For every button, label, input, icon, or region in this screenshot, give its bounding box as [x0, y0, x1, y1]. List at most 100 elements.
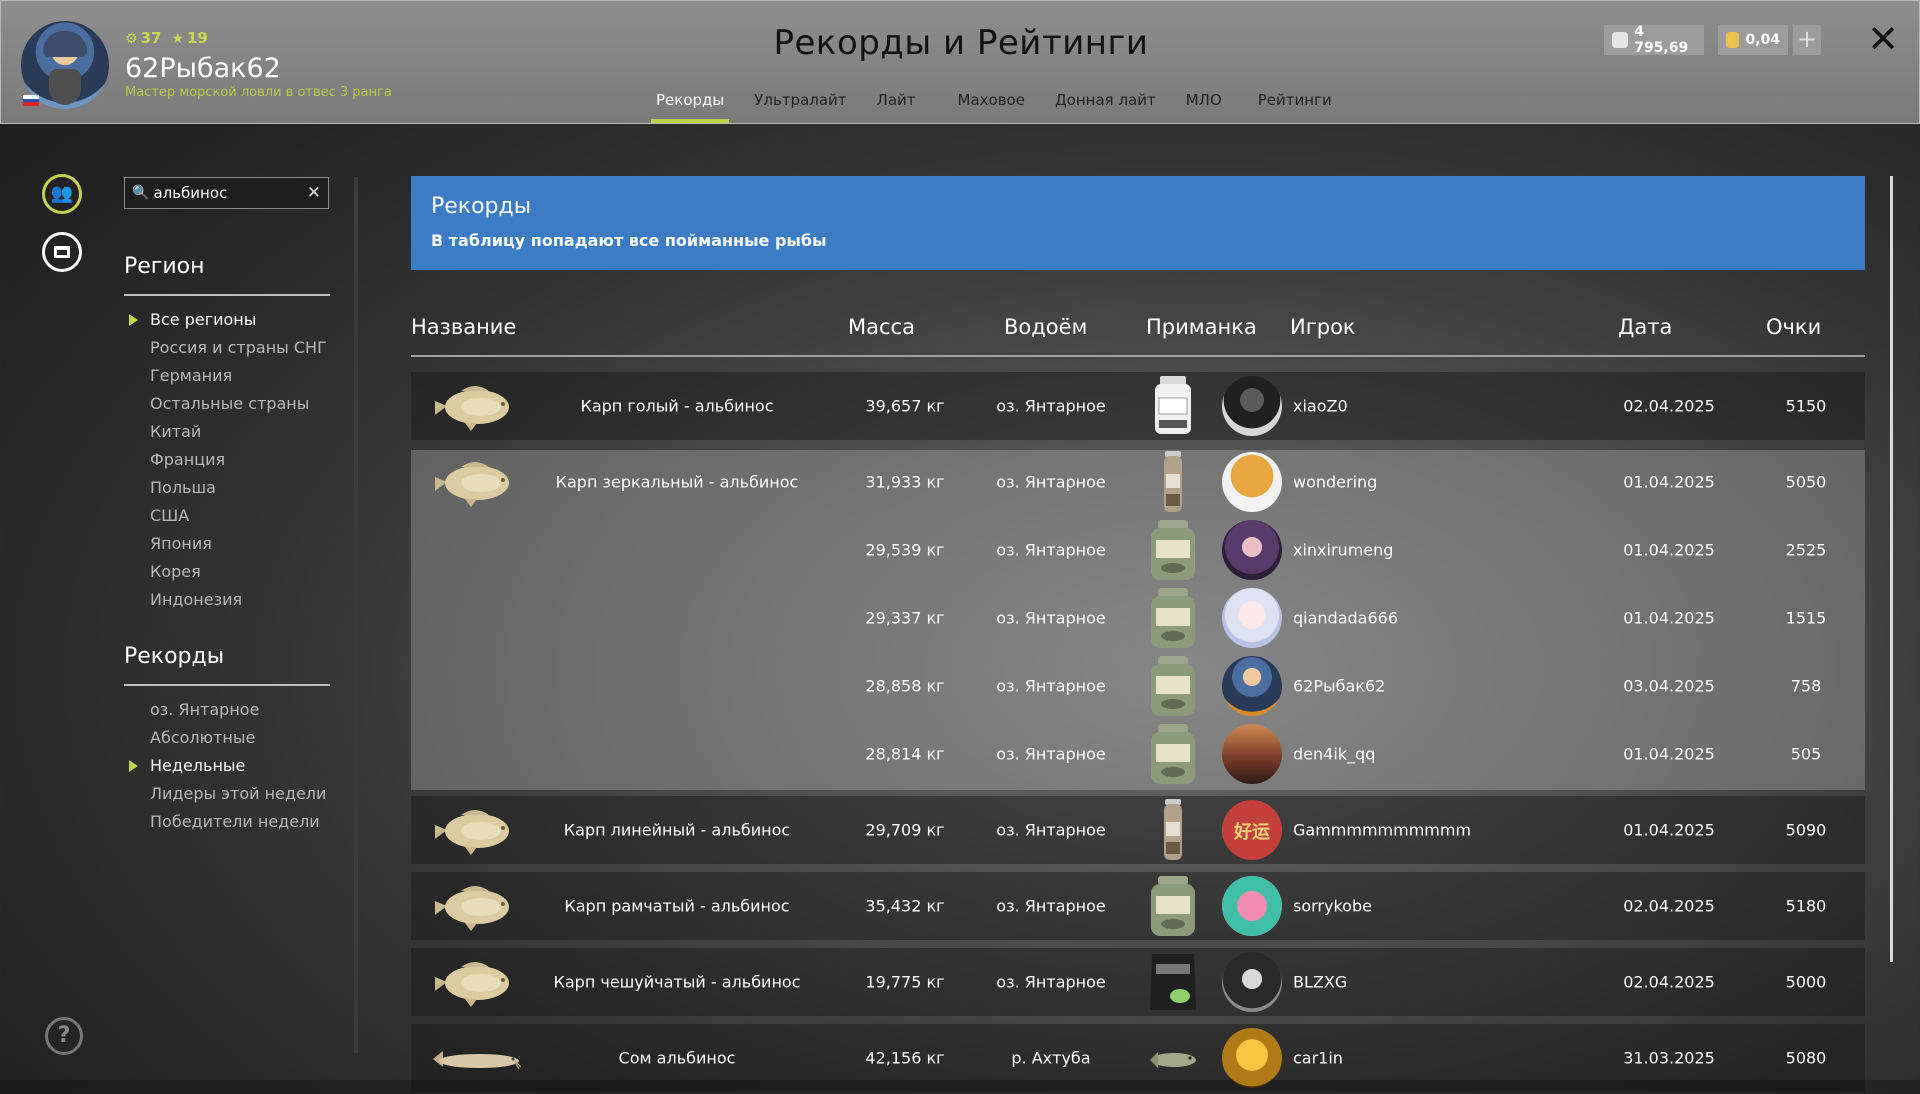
column-bait[interactable]: Приманка: [1146, 315, 1257, 339]
column-points[interactable]: Очки: [1766, 315, 1821, 339]
player-name-cell[interactable]: car1in: [1293, 1049, 1343, 1068]
region-other[interactable]: Остальные страны: [150, 394, 327, 422]
bait-icon[interactable]: [1146, 374, 1200, 438]
region-korea[interactable]: Корея: [150, 562, 327, 590]
tab-records[interactable]: Рекорды: [641, 91, 739, 123]
bait-icon[interactable]: [1146, 1026, 1200, 1090]
region-russia-cis[interactable]: Россия и страны СНГ: [150, 338, 327, 366]
table-row[interactable]: Карп линейный - альбинос 29,709 кг оз. Янт…: [411, 796, 1865, 864]
search-input[interactable]: [153, 184, 304, 202]
tab-bar: Рекорды Ультралайт Лайт Маховое Донная л…: [641, 91, 1347, 123]
tab-ratings[interactable]: Рейтинги: [1243, 91, 1347, 109]
region-indonesia[interactable]: Индонезия: [150, 590, 327, 618]
player-avatar-icon[interactable]: [1222, 724, 1282, 784]
fish-mass: 39,657 кг: [865, 396, 945, 416]
region-poland[interactable]: Польша: [150, 478, 327, 506]
table-row[interactable]: Сом альбинос 42,156 кг р. Ахтуба car1in 31.0…: [411, 1024, 1865, 1092]
bait-icon[interactable]: [1146, 518, 1200, 582]
avatar-caption: 好运: [1234, 822, 1270, 843]
bait-icon[interactable]: [1146, 450, 1200, 514]
records-week-winners[interactable]: Победители недели: [150, 812, 326, 840]
catch-date: 01.04.2025: [1623, 744, 1715, 764]
region-france[interactable]: Франция: [150, 450, 327, 478]
records-weekly[interactable]: Недельные: [128, 756, 326, 784]
region-japan[interactable]: Япония: [150, 534, 327, 562]
table-row[interactable]: Карп чешуйчатый - альбинос 19,775 кг оз. Я…: [411, 948, 1865, 1016]
water-body: р. Ахтуба: [1011, 1048, 1091, 1068]
table-row[interactable]: 29,337 кг оз. Янтарное qiandada666 01.04.20…: [411, 584, 1865, 652]
tab-mlo[interactable]: МЛО: [1171, 91, 1237, 109]
column-name[interactable]: Название: [411, 315, 516, 339]
table-row[interactable]: 29,539 кг оз. Янтарное xinxirumeng 01.04.20…: [411, 516, 1865, 584]
bait-icon[interactable]: [1146, 722, 1200, 786]
player-name-cell[interactable]: BLZXG: [1293, 973, 1347, 992]
fish-mass: 29,709 кг: [865, 820, 945, 840]
player-name-cell[interactable]: qiandada666: [1293, 609, 1398, 628]
banner-title: Рекорды: [431, 194, 532, 219]
water-body: оз. Янтарное: [996, 472, 1106, 492]
player-avatar-icon[interactable]: 好运: [1222, 800, 1282, 860]
help-icon[interactable]: ?: [45, 1017, 83, 1055]
fish-mass: 19,775 кг: [865, 972, 945, 992]
player-avatar-icon[interactable]: [1222, 952, 1282, 1012]
player-name-cell[interactable]: Gammmmmmmmmm: [1293, 821, 1471, 840]
column-water[interactable]: Водоём: [1004, 315, 1087, 339]
fish-mass: 31,933 кг: [865, 472, 945, 492]
player-avatar-icon[interactable]: [1222, 876, 1282, 936]
bait-icon[interactable]: [1146, 798, 1200, 862]
tab-bottom-light[interactable]: Донная лайт: [1040, 91, 1171, 109]
player-avatar-icon[interactable]: [1222, 1028, 1282, 1088]
fish-mass: 35,432 кг: [865, 896, 945, 916]
column-date[interactable]: Дата: [1618, 315, 1672, 339]
region-china[interactable]: Китай: [150, 422, 327, 450]
table-row[interactable]: Карп рамчатый - альбинос 35,432 кг оз. Янт…: [411, 872, 1865, 940]
player-avatar-icon[interactable]: [1222, 376, 1282, 436]
player-avatar-icon[interactable]: [1222, 520, 1282, 580]
close-icon[interactable]: ✕: [1865, 19, 1901, 59]
sidebar-scrollbar[interactable]: [354, 177, 358, 1053]
table-row[interactable]: 28,858 кг оз. Янтарное 62Рыбак62 03.04.2025…: [411, 652, 1865, 720]
player-avatar-icon[interactable]: [1222, 588, 1282, 648]
region-list: Все регионы Россия и страны СНГ Германия…: [129, 310, 327, 618]
bait-icon[interactable]: [1146, 874, 1200, 938]
points-value: 2525: [1785, 540, 1827, 560]
bait-icon[interactable]: [1146, 950, 1200, 1014]
column-mass[interactable]: Масса: [848, 315, 915, 339]
table-scrollbar[interactable]: [1890, 176, 1893, 962]
tab-pole[interactable]: Маховое: [943, 91, 1040, 109]
friends-button[interactable]: 👥: [42, 174, 82, 214]
catch-date: 03.04.2025: [1623, 676, 1715, 696]
player-name-cell[interactable]: sorrykobe: [1293, 897, 1372, 916]
catch-date: 01.04.2025: [1623, 472, 1715, 492]
records-lake[interactable]: оз. Янтарное: [150, 700, 326, 728]
points-value: 1515: [1785, 608, 1827, 628]
archive-button[interactable]: [42, 232, 82, 272]
region-germany[interactable]: Германия: [150, 366, 327, 394]
records-week-leaders[interactable]: Лидеры этой недели: [150, 784, 326, 812]
player-name-cell[interactable]: wondering: [1293, 473, 1377, 492]
add-currency-button[interactable]: +: [1793, 25, 1821, 55]
region-usa[interactable]: США: [150, 506, 327, 534]
table-row[interactable]: Карп зеркальный - альбинос 31,933 кг оз. Я…: [411, 448, 1865, 516]
table-row[interactable]: 28,814 кг оз. Янтарное den4ik_qq 01.04.2025…: [411, 720, 1865, 788]
records-absolute[interactable]: Абсолютные: [150, 728, 326, 756]
clear-search-icon[interactable]: ✕: [307, 183, 321, 203]
water-body: оз. Янтарное: [996, 744, 1106, 764]
tab-ultralight[interactable]: Ультралайт: [739, 91, 861, 109]
player-avatar-icon[interactable]: [1222, 656, 1282, 716]
tab-light[interactable]: Лайт: [862, 91, 931, 109]
records-heading: Рекорды: [124, 644, 225, 669]
player-name-cell[interactable]: xinxirumeng: [1293, 541, 1393, 560]
water-body: оз. Янтарное: [996, 608, 1106, 628]
player-avatar-icon[interactable]: [1222, 452, 1282, 512]
records-banner: Рекорды В таблицу попадают все пойманные…: [411, 176, 1865, 270]
region-all[interactable]: Все регионы: [129, 310, 327, 338]
bait-icon[interactable]: [1146, 654, 1200, 718]
player-name-cell[interactable]: xiaoZ0: [1293, 397, 1348, 416]
bait-icon[interactable]: [1146, 586, 1200, 650]
player-name-cell[interactable]: den4ik_qq: [1293, 745, 1375, 764]
table-row[interactable]: Карп голый - альбинос 39,657 кг оз. Янтарн…: [411, 372, 1865, 440]
avatar-beard-shape: [49, 69, 81, 105]
column-player[interactable]: Игрок: [1290, 315, 1356, 339]
player-name-cell[interactable]: 62Рыбак62: [1293, 677, 1385, 696]
